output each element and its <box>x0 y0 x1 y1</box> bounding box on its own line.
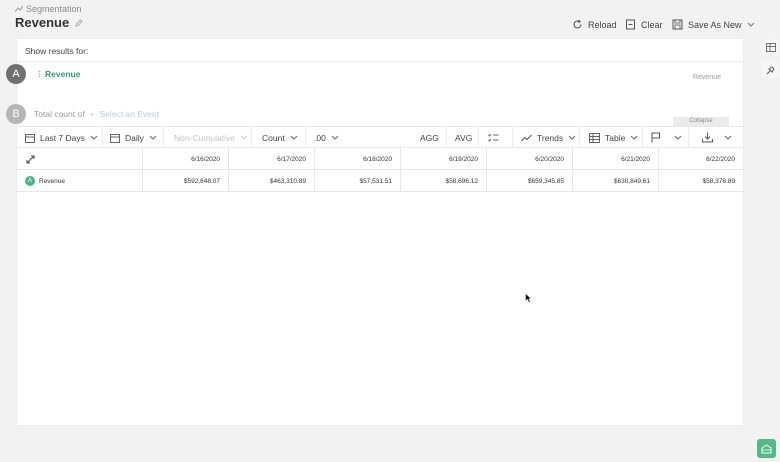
column-header[interactable]: 6/20/2020 <box>486 148 572 170</box>
toolbar-divider <box>305 127 306 148</box>
right-rail <box>760 38 780 88</box>
table-cell: $592,648.07 <box>142 170 228 192</box>
clear-button[interactable]: Clear <box>625 19 663 30</box>
toolbar-divider <box>688 127 689 148</box>
pin-icon <box>766 65 776 75</box>
chevron-down-icon <box>290 135 298 140</box>
breadcrumb-label: Segmentation <box>26 4 82 14</box>
help-button[interactable] <box>757 439 776 458</box>
chevron-down-icon <box>724 135 732 140</box>
column-header[interactable]: 6/22/2020 <box>658 148 743 170</box>
toolbar-divider <box>163 127 164 148</box>
toolbar-divider <box>251 127 252 148</box>
date-range-dropdown[interactable]: Last 7 Days <box>25 127 98 148</box>
interval-dropdown[interactable]: Daily <box>110 127 157 148</box>
table-cell: $659,345.85 <box>486 170 572 192</box>
list-options-button[interactable] <box>488 127 499 148</box>
row-label-text: Revenue <box>39 177 66 185</box>
decimals-dropdown[interactable]: .00 <box>314 127 339 148</box>
add-icon: + <box>89 109 95 119</box>
column-header[interactable]: 6/19/2020 <box>400 148 486 170</box>
event-b-badge: B <box>6 104 26 124</box>
column-header[interactable]: 6/16/2020 <box>142 148 228 170</box>
save-as-new-button[interactable]: Save As New <box>672 19 755 30</box>
reload-icon <box>572 19 583 30</box>
table-cell: $463,310.89 <box>228 170 314 192</box>
table-cell: $630,849.61 <box>572 170 658 192</box>
toolbar-divider <box>102 127 103 148</box>
results-table: 6/16/2020 6/17/2020 6/18/2020 6/19/2020 … <box>17 148 743 192</box>
table-panel-button[interactable] <box>762 39 779 56</box>
select-event-input[interactable]: Select an Event <box>100 109 160 119</box>
chart-toolbar: Last 7 Days Daily Non-Cumulative Count .… <box>17 126 743 148</box>
segmentation-panel: Show results for: Revenue Revenue Total … <box>16 38 744 426</box>
drag-handle-icon[interactable] <box>38 70 41 78</box>
table-cell: $58,696.12 <box>400 170 486 192</box>
chevron-down-icon <box>747 22 755 27</box>
toolbar-divider <box>478 127 479 148</box>
row-badge: A <box>25 176 35 186</box>
table-row: A Revenue $592,648.07 $463,310.89 $57,53… <box>17 170 743 192</box>
chevron-down-icon <box>674 135 682 140</box>
agg-button[interactable]: AGG <box>420 127 439 148</box>
column-header[interactable]: 6/17/2020 <box>228 148 314 170</box>
save-icon <box>672 19 683 30</box>
event-a-summary: Revenue <box>692 74 721 81</box>
flag-icon <box>651 132 661 143</box>
table-icon <box>589 132 600 143</box>
event-a-name: Revenue <box>45 69 81 79</box>
reload-button[interactable]: Reload <box>572 19 617 30</box>
toolbar-divider <box>512 127 513 148</box>
column-header[interactable]: 6/18/2020 <box>314 148 400 170</box>
results-label: Show results for: <box>25 46 89 56</box>
chevron-down-icon <box>331 135 339 140</box>
flag-dropdown[interactable] <box>651 127 682 148</box>
toolbar-divider <box>579 127 580 148</box>
column-header[interactable]: 6/21/2020 <box>572 148 658 170</box>
divider <box>17 61 743 62</box>
checklist-icon <box>488 133 499 143</box>
page-title: Revenue <box>15 15 70 30</box>
chevron-down-icon <box>240 135 248 140</box>
edit-pencil-icon[interactable] <box>75 18 83 27</box>
table-cell: $57,531.51 <box>314 170 400 192</box>
view-type-dropdown[interactable]: Table <box>589 127 638 148</box>
toolbar-divider <box>642 127 643 148</box>
trends-icon <box>521 134 532 142</box>
avg-button[interactable]: AVG <box>455 127 472 148</box>
chevron-down-icon <box>149 135 157 140</box>
help-icon <box>761 443 772 454</box>
row-label: A Revenue <box>17 170 142 192</box>
segmentation-icon <box>15 5 23 13</box>
chevron-down-icon <box>568 135 576 140</box>
collapse-button[interactable]: Collapse <box>673 117 729 126</box>
swap-axes-button[interactable] <box>17 148 142 170</box>
page-title-row: Revenue <box>15 15 83 30</box>
swap-icon <box>25 154 36 165</box>
download-icon <box>702 132 713 143</box>
cumulative-dropdown[interactable]: Non-Cumulative <box>174 127 248 148</box>
pin-button[interactable] <box>762 61 779 78</box>
table-icon <box>765 43 776 52</box>
event-a-selector[interactable]: Revenue <box>38 69 80 79</box>
calendar-icon <box>110 133 120 143</box>
chevron-down-icon <box>90 135 98 140</box>
metric-dropdown[interactable]: Count <box>262 127 298 148</box>
event-b-row: Total count of + Select an Event <box>34 109 160 119</box>
table-cell: $58,378.89 <box>658 170 743 192</box>
download-dropdown[interactable] <box>702 127 732 148</box>
breadcrumb[interactable]: Segmentation <box>15 4 82 14</box>
trends-dropdown[interactable]: Trends <box>521 127 576 148</box>
clear-icon <box>625 19 636 30</box>
mouse-cursor <box>525 293 532 303</box>
event-a-badge: A <box>6 64 26 84</box>
chevron-down-icon <box>630 135 638 140</box>
toolbar-divider <box>446 127 447 148</box>
calendar-icon <box>25 133 35 143</box>
table-header-row: 6/16/2020 6/17/2020 6/18/2020 6/19/2020 … <box>17 148 743 170</box>
